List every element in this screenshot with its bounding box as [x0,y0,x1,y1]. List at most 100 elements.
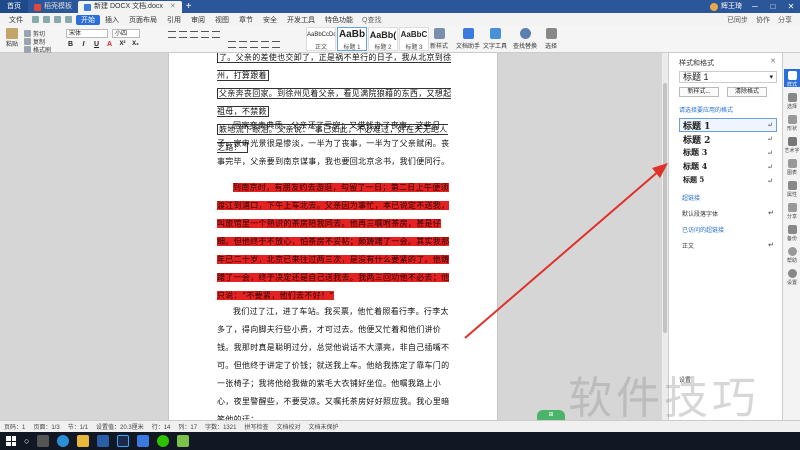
sidebar-item-properties[interactable]: 属性 [784,181,800,198]
numbered-list-icon[interactable] [179,31,187,38]
status-spellcheck[interactable]: 拼写检查 [244,422,268,431]
sort-icon[interactable] [212,31,220,38]
paragraph-2[interactable]: 回家变卖典质，父亲还了亏空；又借钱办了丧事。这些日子，家中光景很是惨淡，一半为了… [217,117,455,171]
find-replace-button[interactable]: 查找替换 [512,28,538,51]
style-item-normal[interactable]: 正文 ↵ [682,241,774,250]
menu-security[interactable]: 安全 [258,15,282,25]
doc-helper-button[interactable]: 文档助手 [455,28,481,51]
close-tab-icon[interactable]: ✕ [170,1,176,13]
photoshop-icon[interactable] [117,435,130,447]
select-button[interactable]: 选择 [538,28,564,51]
explorer-icon[interactable] [77,435,90,447]
style-preview: AaBb [338,29,366,40]
sidebar-item-share[interactable]: 分享 [784,203,800,220]
style-heading-1[interactable]: AaBb 标题 1 [337,27,367,51]
new-style-pane-button[interactable]: 新样式... [679,87,719,97]
undo-icon[interactable] [54,16,61,23]
style-item-visited-link[interactable]: 已访问的超链接 [682,225,774,234]
save-icon[interactable] [32,16,39,23]
superscript-button[interactable]: X² [118,41,127,48]
decrease-indent-icon[interactable] [190,31,198,38]
tab-docer[interactable]: 稻壳模板 [28,1,78,13]
menu-start[interactable]: 开始 [76,14,100,25]
user-account[interactable]: 辉王琦 [710,0,742,13]
heading-style-item[interactable]: 标题 2 ↵ [679,132,777,146]
pane-close-icon[interactable]: ✕ [770,57,776,65]
sidebar-item-shapes[interactable]: 形状 [784,115,800,132]
wechat-icon[interactable] [157,435,170,447]
home-tab[interactable]: 首页 [0,0,28,13]
menu-developer[interactable]: 开发工具 [282,15,320,25]
heading-style-item[interactable]: 标题 3 ↵ [679,146,777,160]
document-page[interactable]: 了。父亲的差使也交卸了，正是祸不单行的日子，我从北京到徐州，打算跟着 父亲奔丧回… [168,53,498,420]
style-item-hyperlink[interactable]: 超链接 [682,193,774,202]
italic-button[interactable]: I [79,41,88,48]
font-size-select[interactable]: 小四 [112,29,140,38]
share-button[interactable]: 分享 [778,15,792,25]
new-style-button[interactable]: 新样式 [426,28,452,51]
menu-features[interactable]: 特色功能 [320,15,358,25]
status-proofread[interactable]: 文档校对 [276,422,300,431]
collab-button[interactable]: 协作 [756,15,770,25]
writer-taskbar-icon[interactable] [137,435,150,447]
current-style-select[interactable]: 标题 1 ▾ [679,71,777,83]
style-normal[interactable]: AaBbCcDd 正文 [306,27,336,51]
windows-start-icon[interactable] [6,436,16,446]
sidebar-item-wordart[interactable]: 艺术字 [784,137,800,154]
menu-insert[interactable]: 插入 [100,15,124,25]
menu-review[interactable]: 审阅 [186,15,210,25]
sidebar-item-backup[interactable]: 备份 [784,225,800,242]
minimize-icon[interactable]: ─ [746,0,764,13]
subscript-button[interactable]: X₂ [131,41,140,48]
heading-style-item[interactable]: 标题 1 ↵ [679,118,777,132]
menu-chapter[interactable]: 章节 [234,15,258,25]
align-left-icon[interactable] [228,41,236,48]
print-icon[interactable] [43,16,50,23]
app-icon[interactable] [97,435,110,447]
file-menu[interactable]: 文件 [4,15,28,25]
paste-button[interactable]: 粘贴 [4,28,20,50]
style-heading-3[interactable]: AaBbC 标题 3 [399,27,429,51]
status-protection[interactable]: 文档未保护 [308,422,338,431]
browser-icon[interactable] [57,435,70,447]
text-tools-button[interactable]: 文字工具 [482,28,508,51]
bullet-list-icon[interactable] [168,31,176,38]
align-right-icon[interactable] [250,41,258,48]
task-view-icon[interactable] [37,435,50,447]
new-tab-icon[interactable]: + [186,1,192,12]
status-word-count[interactable]: 字数：1321 [205,422,236,431]
font-color-button[interactable]: A [105,41,114,48]
underline-button[interactable]: U [92,41,101,48]
app2-icon[interactable] [177,435,190,447]
tab-document[interactable]: 新建 DOCX 文档.docx ✕ [78,1,182,13]
line-spacing-icon[interactable] [272,41,280,48]
search-icon[interactable]: ○ [24,436,29,446]
paragraph-highlighted[interactable]: 到南京时，有朋友约去游逛，勾留了一日；第二日上午便须渡江到浦口，下午上车北去。父… [217,179,455,305]
bold-button[interactable]: B [66,41,75,48]
sidebar-item-help[interactable]: 帮助 [784,247,800,264]
paragraph-4[interactable]: 我们过了江，进了车站。我买票，他忙着照看行李。行李太多了，得向脚夫行些小费，才可… [217,303,455,420]
clear-format-button[interactable]: 清除格式 [727,87,767,97]
heading-style-item[interactable]: 标题 5 ↵ [679,174,777,188]
align-center-icon[interactable] [239,41,247,48]
search-command[interactable]: Q查找 [362,15,381,25]
justify-icon[interactable] [261,41,269,48]
sidebar-item-select[interactable]: 选择 [784,93,800,110]
sidebar-item-styles[interactable]: 样式 [784,69,800,88]
style-item-default-font[interactable]: 默认段落字体 ↵ [682,209,774,218]
return-icon: ↵ [767,149,773,157]
menu-references[interactable]: 引用 [162,15,186,25]
scroll-thumb[interactable] [663,83,667,333]
sync-status[interactable]: 已同步 [727,15,748,25]
menu-view[interactable]: 视图 [210,15,234,25]
maximize-icon[interactable]: □ [764,0,782,13]
close-icon[interactable]: ✕ [782,0,800,13]
redo-icon[interactable] [65,16,72,23]
sidebar-item-settings[interactable]: 设置 [784,269,800,286]
increase-indent-icon[interactable] [201,31,209,38]
font-family-select[interactable]: 宋体 [66,29,108,38]
sidebar-item-chart[interactable]: 图表 [784,159,800,176]
menu-page-layout[interactable]: 页面布局 [124,15,162,25]
heading-style-item[interactable]: 标题 4 ↵ [679,160,777,174]
style-heading-2[interactable]: AaBb( 标题 2 [368,27,398,51]
